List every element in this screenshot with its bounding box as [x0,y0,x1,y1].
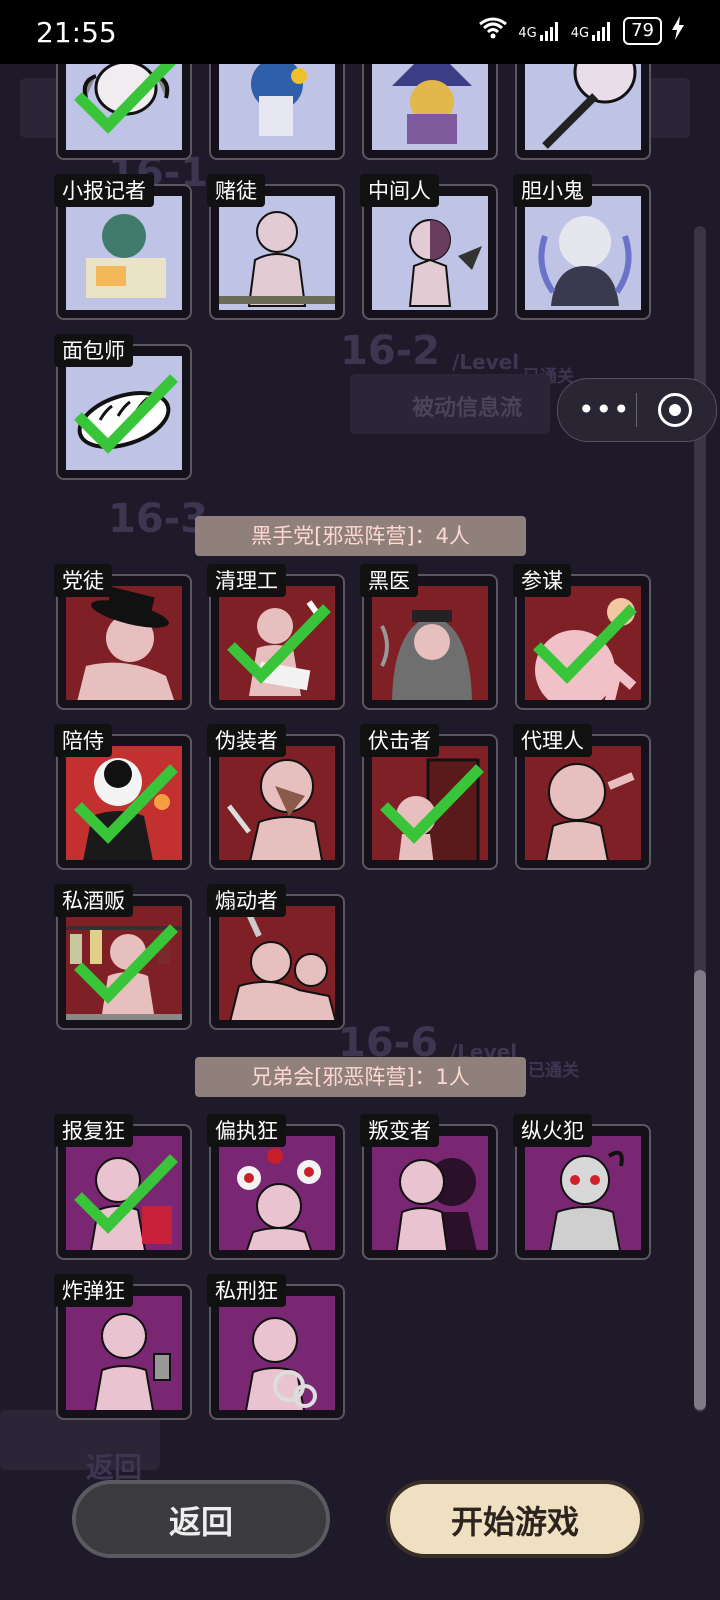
role-card-baker[interactable]: 面包师 [54,334,192,480]
battery-icon: 79 [623,16,662,45]
check-icon [533,604,637,684]
check-icon [74,1154,178,1234]
role-name: 偏执狂 [207,1114,286,1147]
network-type-2: 4G [570,25,590,41]
role-card-bootlegger[interactable]: 私酒贩 [54,884,192,1030]
role-name: 煽动者 [207,884,286,917]
role-card-disguiser[interactable]: 伪装者 [207,724,345,870]
check-icon [74,924,178,1004]
role-name: 私刑狂 [207,1274,286,1307]
signal-icon-2: 4G [571,21,613,41]
section-header-mafia: 黑手党[邪恶阵营]：4人 [195,516,526,556]
start-game-button[interactable]: 开始游戏 [386,1480,644,1558]
role-name: 代理人 [513,724,592,757]
bg-level-unit: /Level [452,350,520,374]
miniprogram-capsule: ••• [557,378,717,442]
role-card-cleaner[interactable]: 清理工 [207,564,345,710]
bg-level-label: 16-2 [340,328,441,374]
bg-level-name: 被动信息流 [412,396,523,421]
role-card-reporter[interactable]: 小报记者 [54,174,192,320]
close-target-icon[interactable] [658,393,692,427]
dark-doctor-icon [372,586,488,700]
role-card-agent[interactable]: 代理人 [513,724,651,870]
back-button[interactable]: 返回 [72,1480,330,1558]
role-card-arsonist[interactable]: 纵火犯 [513,1114,651,1260]
coward-icon [525,196,641,310]
role-name: 伪装者 [207,724,286,757]
role-name: 叛变者 [360,1114,439,1147]
agent-icon [525,746,641,860]
role-card-instigator[interactable]: 煽动者 [207,884,345,1030]
reporter-icon [66,196,182,310]
arsonist-icon [525,1136,641,1250]
check-icon [74,374,178,454]
role-card-escort[interactable]: 陪侍 [54,724,192,870]
scrollbar-thumb[interactable] [694,970,706,1410]
check-icon [74,764,178,844]
role-card-coward[interactable]: 胆小鬼 [513,174,651,320]
role-card-ambusher[interactable]: 伏击者 [360,724,498,870]
role-name: 面包师 [54,334,133,367]
role-name: 陪侍 [54,724,112,757]
role-card-bomber[interactable]: 炸弹狂 [54,1274,192,1420]
middleman-icon [372,196,488,310]
status-icons: 4G 4G 79 [478,16,684,45]
traitor-icon [372,1136,488,1250]
role-name: 清理工 [207,564,286,597]
network-type: 4G [518,25,537,41]
role-card-lyncher[interactable]: 私刑狂 [207,1274,345,1420]
role-name: 报复狂 [54,1114,133,1147]
role-name: 黑医 [360,564,418,597]
role-name: 伏击者 [360,724,439,757]
check-icon [380,764,484,844]
role-card-middleman[interactable]: 中间人 [360,174,498,320]
role-name: 参谋 [513,564,571,597]
wifi-icon [478,16,508,45]
lyncher-icon [219,1296,335,1410]
status-bar: 21:55 4G 4G 79 [0,0,720,64]
check-icon [227,604,331,684]
bg-cleared-badge: 已通关 [528,1061,579,1081]
section-header-brotherhood: 兄弟会[邪恶阵营]：1人 [195,1057,526,1097]
bg-level-label: 16-3 [108,496,209,542]
clock: 21:55 [36,16,117,49]
disguiser-icon [219,746,335,860]
instigator-icon [219,906,335,1020]
role-name: 纵火犯 [513,1114,592,1147]
role-card-paranoid[interactable]: 偏执狂 [207,1114,345,1260]
bomber-icon [66,1296,182,1410]
paranoid-icon [219,1136,335,1250]
role-card-gambler[interactable]: 赌徒 [207,174,345,320]
capsule-divider [636,393,637,427]
role-name: 中间人 [360,174,439,207]
role-card-dark-doctor[interactable]: 黑医 [360,564,498,710]
role-card-traitor[interactable]: 叛变者 [360,1114,498,1260]
role-name: 小报记者 [54,174,154,207]
role-name: 赌徒 [207,174,265,207]
signal-icon-1: 4G [518,21,560,41]
role-name: 党徒 [54,564,112,597]
role-name: 炸弹狂 [54,1274,133,1307]
role-card-advisor[interactable]: 参谋 [513,564,651,710]
gambler-icon [219,196,335,310]
fedora-figure-icon [66,586,182,700]
charging-icon [672,16,684,45]
role-name: 胆小鬼 [513,174,592,207]
more-icon[interactable]: ••• [578,393,631,426]
role-name: 私酒贩 [54,884,133,917]
role-card-partisan[interactable]: 党徒 [54,564,192,710]
role-card-avenger[interactable]: 报复狂 [54,1114,192,1260]
